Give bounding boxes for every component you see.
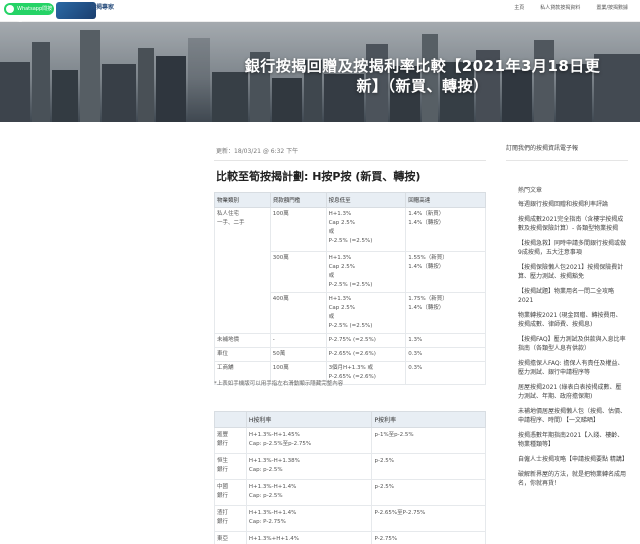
- col-p-rate: P按利率: [371, 411, 486, 428]
- table-row: 私人住宅 一手、二手 100萬 H+1.3% Cap 2.5% 或 P-2.5%…: [214, 207, 486, 334]
- table-row: 東亞 銀行 H+1.3%+H+1.4% Cap: P-2.75% P-2.75%: [214, 531, 486, 544]
- top-bar: Whatsapp問按揭 按揭專家 主頁 私人貸款按揭資料 置業/按揭數據: [0, 0, 640, 24]
- col-property-type: 物業類別: [214, 192, 271, 208]
- table-row: 恒生 銀行 H+1.3%-H+1.38% Cap: p-2.5% p-2.5%: [214, 453, 486, 480]
- table-cell: H+1.3% Cap 2.5% 或 P-2.5% (=2.5%): [325, 292, 407, 334]
- post-link[interactable]: 物業轉按2021 (現金回贈、轉按費用、按揭成數、律師費、按揭息): [518, 311, 626, 329]
- nav-data[interactable]: 置業/按揭數據: [596, 4, 628, 11]
- bank-name: 恒生 銀行: [214, 453, 247, 480]
- whatsapp-button[interactable]: Whatsapp問按揭: [4, 3, 54, 24]
- table-cell: 400萬: [269, 292, 327, 334]
- table-cell: 私人住宅 一手、二手: [214, 207, 271, 334]
- post-link[interactable]: 【按揭急救】同時申請多間銀行按揭或做9成按揭，五大注意事項: [518, 239, 626, 257]
- post-link[interactable]: 【按揭FAQ】壓力測試及供款與入息比率指南（各類型人息有供款）: [518, 335, 626, 353]
- table-cell: P-2.75% (=2.5%): [325, 333, 407, 348]
- divider: [214, 160, 486, 161]
- bank-rates-table: H按利率 P按利率 滙豐 銀行 H+1.3%-H+1.45% Cap: p-2.…: [214, 411, 486, 544]
- sidebar-divider: [506, 160, 628, 161]
- main-nav: 主頁 私人貸款按揭資料 置業/按揭數據: [514, 4, 628, 11]
- table-row: 車位 50萬 P-2.65% (=2.6%) 0.3%: [214, 347, 486, 362]
- post-link[interactable]: 破解新界屋的方法，就是把物業轉名成用名，你就再貨！: [518, 470, 626, 488]
- updated-date: 更新：18/03/21 @ 6:32 下午: [216, 148, 299, 155]
- col-bank: [214, 411, 247, 428]
- table-cell: 0.3%: [405, 347, 486, 362]
- table-cell: H+1.3%-H+1.38% Cap: p-2.5%: [245, 453, 373, 480]
- bank-name: 東亞 銀行: [214, 531, 247, 544]
- table-cell: 100萬: [269, 207, 327, 252]
- nav-loans[interactable]: 私人貸款按揭資料: [540, 4, 580, 11]
- col-h-rate: H按利率: [245, 411, 373, 428]
- table-header-row: 物業類別 貸款額門檻 按息低至 回贈高達: [214, 192, 486, 208]
- table-cell: p-1%至p-2.5%: [371, 427, 486, 454]
- table-cell: P-2.65% (=2.6%): [325, 347, 407, 362]
- table-cell: H+1.3%-H+1.45% Cap: p-2.5%至p-2.75%: [245, 427, 373, 454]
- post-link[interactable]: 【按揭試題】物業用名一問二全攻略2021: [518, 287, 626, 305]
- table-row: 渣打 銀行 H+1.3%-H+1.4% Cap: P-2.75% P-2.65%…: [214, 505, 486, 532]
- table-cell: P-2.65%至P-2.75%: [371, 505, 486, 532]
- table-cell: H+1.3%+H+1.4% Cap: P-2.75%: [245, 531, 373, 544]
- col-cashback: 回贈高達: [405, 192, 486, 208]
- table-cell: 1.75%（新買） 1.4%（轉按）: [405, 292, 486, 334]
- nav-home[interactable]: 主頁: [514, 4, 524, 11]
- table-header-row: H按利率 P按利率: [214, 411, 486, 428]
- section-heading: 比較至筍按揭計劃: H按P按 (新買、轉按): [216, 170, 421, 183]
- table-cell: p-2.5%: [371, 479, 486, 506]
- bank-name: 滙豐 銀行: [214, 427, 247, 454]
- post-link[interactable]: 按揭成數2021完全指南（含樓宇按揭成數及按揭保險計算）- 各類型物業按揭: [518, 215, 626, 233]
- post-link[interactable]: 每週銀行按揭回贈和按揭利率評論: [518, 200, 626, 209]
- table-cell: H+1.3% Cap 2.5% 或 P-2.5% (=2.5%): [325, 207, 407, 252]
- table-cell: H+1.3%-H+1.4% Cap: P-2.75%: [245, 505, 373, 532]
- col-rate: 按息低至: [325, 192, 407, 208]
- page-title: 銀行按揭回贈及按揭利率比較【2021年3月18日更新】（新買、轉按）: [244, 57, 601, 95]
- post-link[interactable]: 未補地價居屋按揭懶人包（按揭、估價、申請程序、時間）【一文睇晒】: [518, 407, 626, 425]
- mortgage-plans-table: 物業類別 貸款額門檻 按息低至 回贈高達 私人住宅 一手、二手 100萬 H+1…: [214, 192, 486, 385]
- post-link[interactable]: 按揭憑數年期指南2021【入錢、樓齡、物業種類等】: [518, 431, 626, 449]
- table-cell: 0.3%: [405, 361, 486, 385]
- table-cell: 300萬: [269, 251, 327, 293]
- col-loan-threshold: 貸款額門檻: [269, 192, 327, 208]
- table-cell: 1.3%: [405, 333, 486, 348]
- table-cell: -: [269, 333, 327, 348]
- bank-name: 中國 銀行: [214, 479, 247, 506]
- table-cell: p-2.5%: [371, 453, 486, 480]
- table-cell: 未補地價: [214, 333, 271, 348]
- bank-name: 渣打 銀行: [214, 505, 247, 532]
- table-cell: 車位: [214, 347, 271, 362]
- popular-posts-heading: 熱門文章: [518, 187, 543, 194]
- post-link[interactable]: 按揭擔保人FAQ: 擔保人有責任及權益、壓力測試、銀行申請程序等: [518, 359, 626, 377]
- whatsapp-icon: [6, 5, 14, 13]
- brand-name[interactable]: 按揭專家: [90, 4, 114, 11]
- table-note: *上表如手機版可以用手指左右滑動顯示隱藏完整內容: [214, 381, 344, 387]
- table-row: 未補地價 - P-2.75% (=2.5%) 1.3%: [214, 333, 486, 348]
- table-cell: H+1.3%-H+1.4% Cap: p-2.5%: [245, 479, 373, 506]
- table-cell: 1.55%（新買） 1.4%（轉按）: [405, 251, 486, 293]
- table-row: 中國 銀行 H+1.3%-H+1.4% Cap: p-2.5% p-2.5%: [214, 479, 486, 506]
- post-link[interactable]: 居屋按揭2021 (綠表白表按揭成數、壓力測試、年期、政府擔保期): [518, 383, 626, 401]
- table-cell: 1.4%（新買） 1.4%（轉按）: [405, 207, 486, 252]
- table-cell: 50萬: [269, 347, 327, 362]
- newsletter-link[interactable]: 訂閱我們的按揭資訊電子報: [506, 143, 578, 152]
- table-cell: H+1.3% Cap 2.5% 或 P-2.5% (=2.5%): [325, 251, 407, 293]
- table-cell: P-2.75%: [371, 531, 486, 544]
- hero-banner: 銀行按揭回贈及按揭利率比較【2021年3月18日更新】（新買、轉按）: [0, 22, 640, 122]
- popular-posts-list: 每週銀行按揭回贈和按揭利率評論 按揭成數2021完全指南（含樓宇按揭成數及按揭保…: [518, 200, 628, 494]
- table-row: 滙豐 銀行 H+1.3%-H+1.45% Cap: p-2.5%至p-2.75%…: [214, 427, 486, 454]
- post-link[interactable]: 【按揭保險懶人包2021】按揭保險費計算、壓力測試、按揭豁免: [518, 263, 626, 281]
- post-link[interactable]: 自僱人士按揭攻略【申請按揭要點 精講】: [518, 455, 628, 464]
